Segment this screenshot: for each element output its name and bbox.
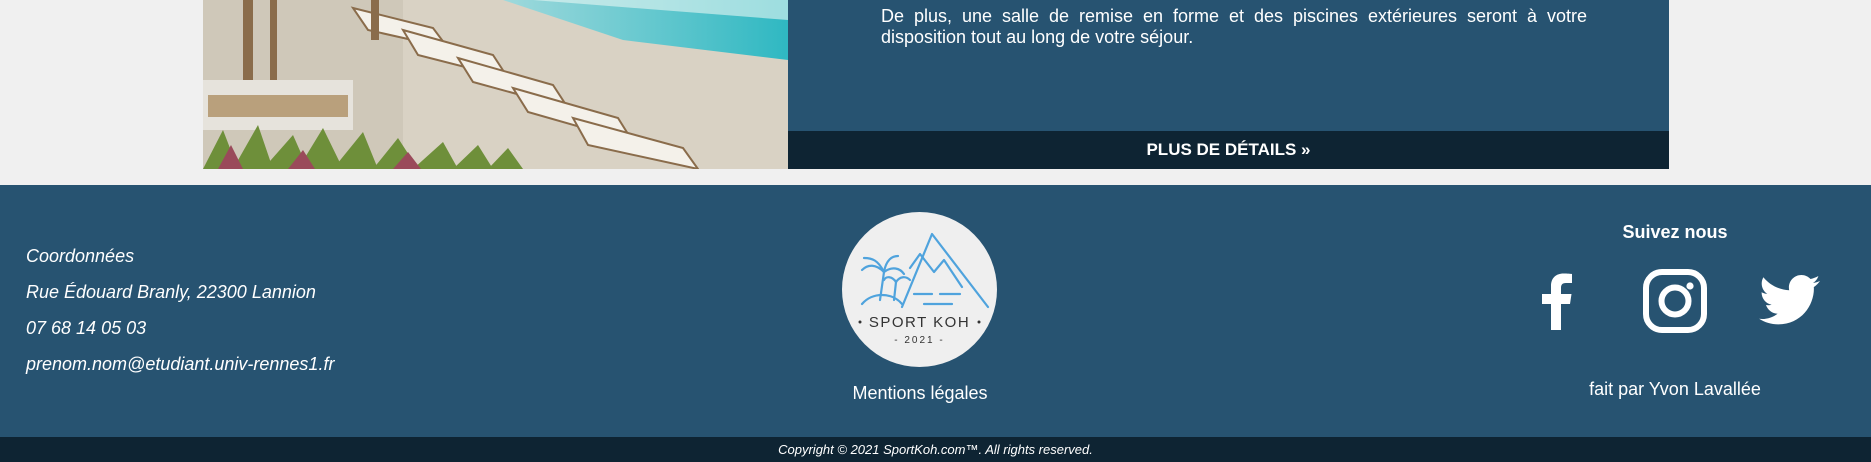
legal-notice-link[interactable]: Mentions légales	[820, 383, 1020, 404]
instagram-icon[interactable]	[1642, 268, 1708, 334]
card-body: De plus, une salle de remise en forme et…	[788, 0, 1669, 169]
facebook-icon[interactable]	[1525, 268, 1591, 334]
contact-address: Rue Édouard Branly, 22300 Lannion	[26, 282, 316, 302]
beach-photo	[203, 0, 788, 169]
logo-name: SPORT KOH	[869, 314, 970, 331]
copyright-text: Copyright © 2021 SportKoh.com™. All righ…	[778, 442, 1093, 457]
contact-block: Coordonnées Rue Édouard Branly, 22300 La…	[26, 245, 334, 389]
footer: Coordonnées Rue Édouard Branly, 22300 La…	[0, 185, 1871, 437]
contact-heading: Coordonnées	[26, 246, 135, 266]
card-description: De plus, une salle de remise en forme et…	[881, 6, 1587, 47]
author-credit: fait par Yvon Lavallée	[1589, 379, 1761, 399]
logo-year: - 2021 -	[894, 335, 944, 346]
copyright-bar: Copyright © 2021 SportKoh.com™. All righ…	[0, 437, 1871, 462]
sport-koh-logo[interactable]: SPORT KOH - 2021 -	[842, 212, 997, 367]
hotel-card: De plus, une salle de remise en forme et…	[203, 0, 1669, 169]
contact-email[interactable]: prenom.nom@etudiant.univ-rennes1.fr	[26, 353, 334, 389]
contact-phone: 07 68 14 05 03	[26, 318, 147, 338]
social-title: Suivez nous	[1622, 222, 1728, 242]
more-details-button[interactable]: PLUS DE DÉTAILS »	[788, 131, 1669, 169]
twitter-icon[interactable]	[1758, 268, 1824, 334]
